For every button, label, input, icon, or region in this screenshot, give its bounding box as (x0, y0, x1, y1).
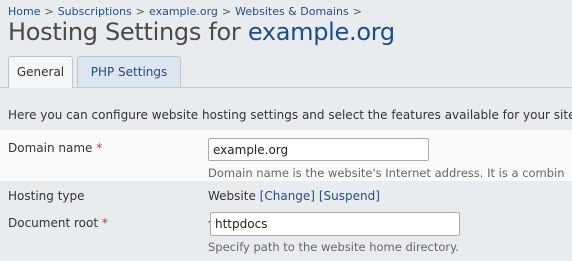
breadcrumb-subscriptions[interactable]: Subscriptions (58, 5, 132, 18)
document-root-hint: Specify path to the website home directo… (208, 240, 459, 254)
change-hosting-link[interactable]: [Change] (260, 189, 315, 203)
hosting-type-label: Hosting type (8, 189, 85, 203)
domain-name-label-text: Domain name (8, 141, 93, 155)
breadcrumb-separator: > (221, 5, 232, 18)
required-mark: * (101, 216, 108, 230)
domain-name-input[interactable] (208, 138, 429, 161)
document-root-label-text: Document root (8, 216, 99, 230)
domain-name-hint: Domain name is the website's Internet ad… (208, 166, 565, 180)
required-mark: * (96, 141, 103, 155)
page-title-domain: example.org (247, 18, 395, 46)
page-description: Here you can configure website hosting s… (8, 108, 572, 122)
document-root-label: Document root * (8, 216, 108, 230)
page-title: Hosting Settings for example.org (8, 18, 395, 46)
tab-general[interactable]: General (8, 56, 73, 88)
suspend-link[interactable]: [Suspend] (319, 189, 380, 203)
breadcrumb-home[interactable]: Home (8, 5, 40, 18)
tab-php-settings[interactable]: PHP Settings (77, 56, 181, 87)
domain-name-label: Domain name * (8, 141, 102, 155)
breadcrumb-separator: > (44, 5, 54, 18)
hosting-type-value: Website (208, 189, 256, 203)
hosting-type-value-row: Website [Change] [Suspend] (208, 189, 380, 203)
document-root-input[interactable] (210, 212, 460, 236)
breadcrumb-separator: > (352, 5, 362, 18)
breadcrumb-websites-domains[interactable]: Websites & Domains (235, 5, 349, 18)
tab-divider (0, 87, 572, 88)
page-title-prefix: Hosting Settings for (8, 18, 241, 46)
breadcrumb-domain[interactable]: example.org (149, 5, 218, 18)
breadcrumb-separator: > (135, 5, 145, 18)
breadcrumb: Home > Subscriptions > example.org > Websites … (8, 5, 366, 18)
